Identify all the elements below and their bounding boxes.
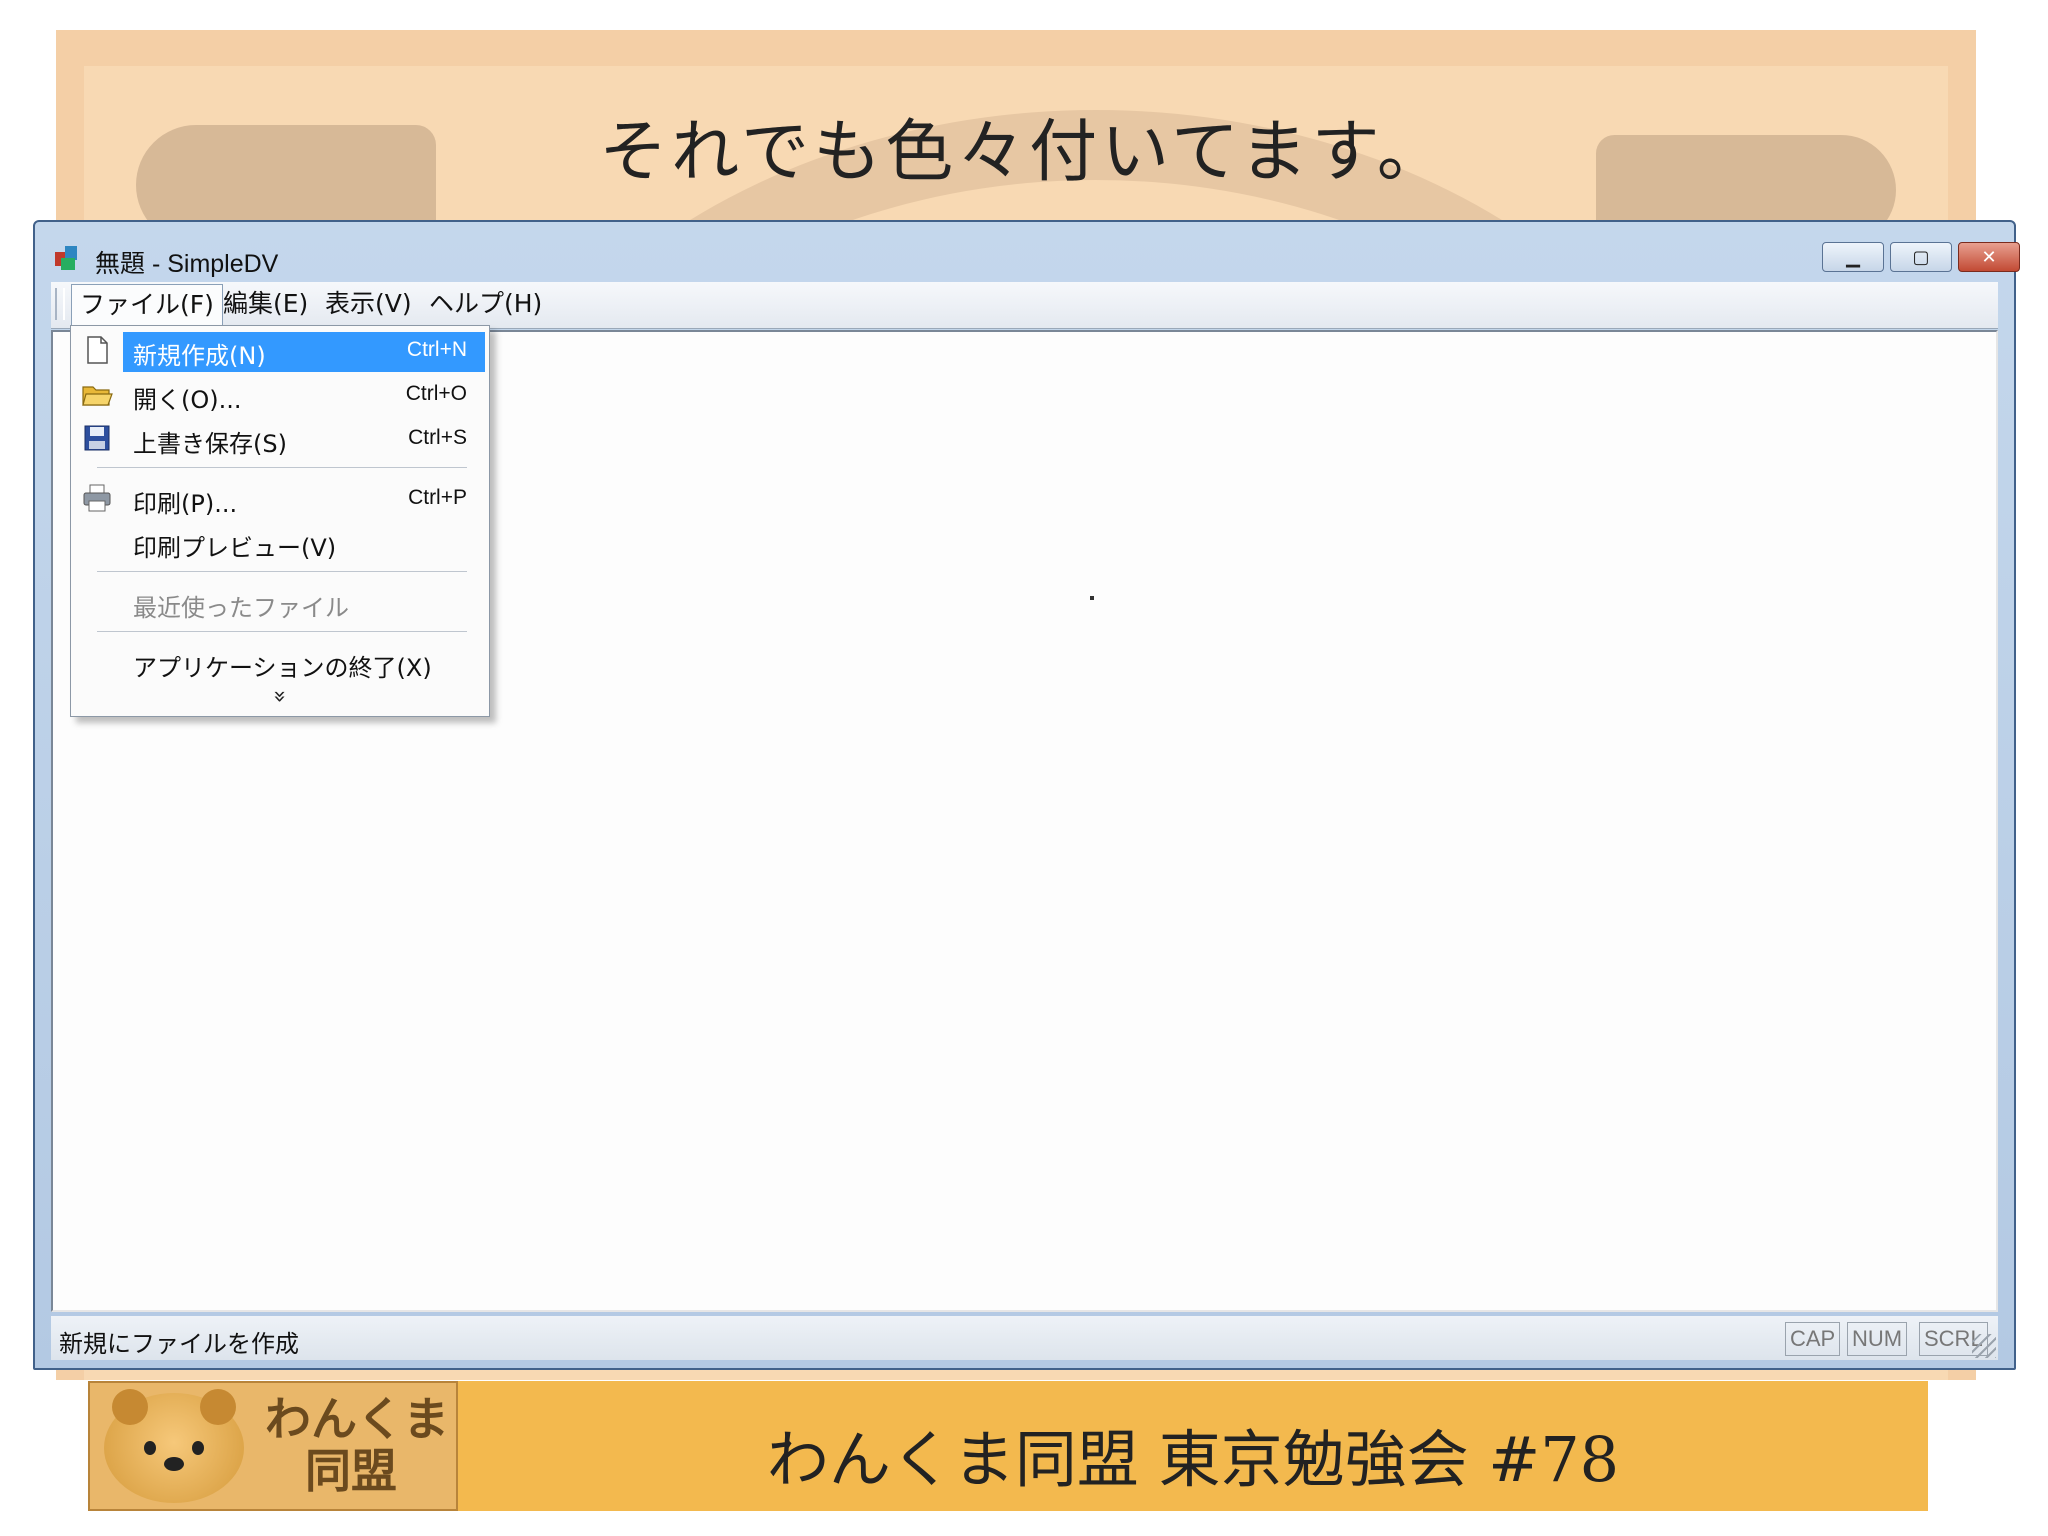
maximize-icon: ▢: [1912, 246, 1930, 268]
footer-title: わんくま同盟 東京勉強会 #78: [766, 1423, 1620, 1496]
bear-eye-right: [192, 1441, 204, 1455]
expand-chevron-icon[interactable]: »: [71, 684, 489, 709]
menu-item-exit[interactable]: アプリケーションの終了(X): [73, 642, 487, 682]
wankuma-logo: わんくま 同盟: [88, 1381, 458, 1511]
title-bar[interactable]: 無題 - SimpleDV ▁ ▢ ✕: [35, 222, 2020, 282]
printer-icon: [83, 484, 111, 512]
logo-line2: 同盟: [305, 1444, 397, 1498]
slide-title: それでも色々付いてます。: [599, 113, 1449, 192]
bear-nose: [164, 1457, 184, 1471]
menu-item-new[interactable]: 新規作成(N) Ctrl+N: [73, 330, 487, 372]
menu-view[interactable]: 表示(V): [317, 284, 420, 324]
minimize-button[interactable]: ▁: [1822, 242, 1884, 272]
menu-item-save[interactable]: 上書き保存(S) Ctrl+S: [73, 418, 487, 458]
status-bar: 新規にファイルを作成 CAP NUM SCRL: [51, 1316, 1998, 1360]
bear-icon: [104, 1389, 244, 1503]
menu-item-shortcut: Ctrl+O: [405, 382, 467, 405]
logo-text: わんくま 同盟: [265, 1393, 449, 1497]
menubar-grip[interactable]: [55, 288, 65, 320]
menu-item-print-preview[interactable]: 印刷プレビュー(V): [73, 522, 487, 562]
file-dropdown-menu: 新規作成(N) Ctrl+N 開く(O)... Ctrl+O 上書き保存(S) …: [70, 325, 490, 717]
open-folder-icon: [82, 386, 113, 406]
menu-item-label: 印刷(P)...: [133, 490, 238, 518]
menu-item-label: 印刷プレビュー(V): [133, 534, 337, 562]
menu-item-shortcut: Ctrl+S: [408, 426, 467, 449]
menu-item-print[interactable]: 印刷(P)... Ctrl+P: [73, 478, 487, 518]
menu-item-label: 開く(O)...: [133, 386, 242, 414]
status-text: 新規にファイルを作成: [59, 1330, 299, 1358]
minimize-icon: ▁: [1846, 246, 1860, 268]
menu-item-label: アプリケーションの終了(X): [133, 654, 432, 682]
num-indicator: NUM: [1847, 1322, 1908, 1356]
menu-item-recent-files: 最近使ったファイル: [73, 582, 487, 622]
maximize-button[interactable]: ▢: [1890, 242, 1952, 272]
menu-edit[interactable]: 編集(E): [215, 284, 316, 324]
resize-grip[interactable]: [1972, 1334, 1996, 1358]
menu-item-shortcut: Ctrl+N: [406, 338, 467, 361]
close-button[interactable]: ✕: [1958, 242, 2020, 272]
app-icon[interactable]: [53, 242, 83, 272]
menu-item-label: 上書き保存(S): [133, 430, 287, 458]
window-title: 無題 - SimpleDV: [95, 250, 279, 278]
menu-separator: [97, 467, 467, 470]
bear-eye-left: [144, 1441, 156, 1455]
menu-item-open[interactable]: 開く(O)... Ctrl+O: [73, 374, 487, 414]
menu-separator: [97, 571, 467, 574]
menu-item-shortcut: Ctrl+P: [408, 486, 467, 509]
new-file-icon: [87, 336, 108, 364]
bear-ear-left: [112, 1389, 148, 1425]
close-icon: ✕: [1981, 246, 1997, 268]
bear-ear-right: [200, 1389, 236, 1425]
menu-bar: ファイル(F) 編集(E) 表示(V) ヘルプ(H): [51, 282, 1998, 329]
menu-item-label: 新規作成(N): [133, 342, 266, 370]
slide-footer: わんくま 同盟 わんくま同盟 東京勉強会 #78: [88, 1381, 1928, 1511]
menu-item-label: 最近使ったファイル: [133, 594, 349, 622]
menu-help[interactable]: ヘルプ(H): [421, 284, 550, 324]
logo-line1: わんくま: [265, 1392, 449, 1446]
menu-separator: [97, 631, 467, 634]
menu-file[interactable]: ファイル(F): [71, 284, 223, 325]
expand-glyph: »: [267, 689, 293, 704]
cursor-dot: [1090, 596, 1094, 600]
save-icon: [84, 425, 110, 451]
cap-indicator: CAP: [1785, 1322, 1841, 1356]
